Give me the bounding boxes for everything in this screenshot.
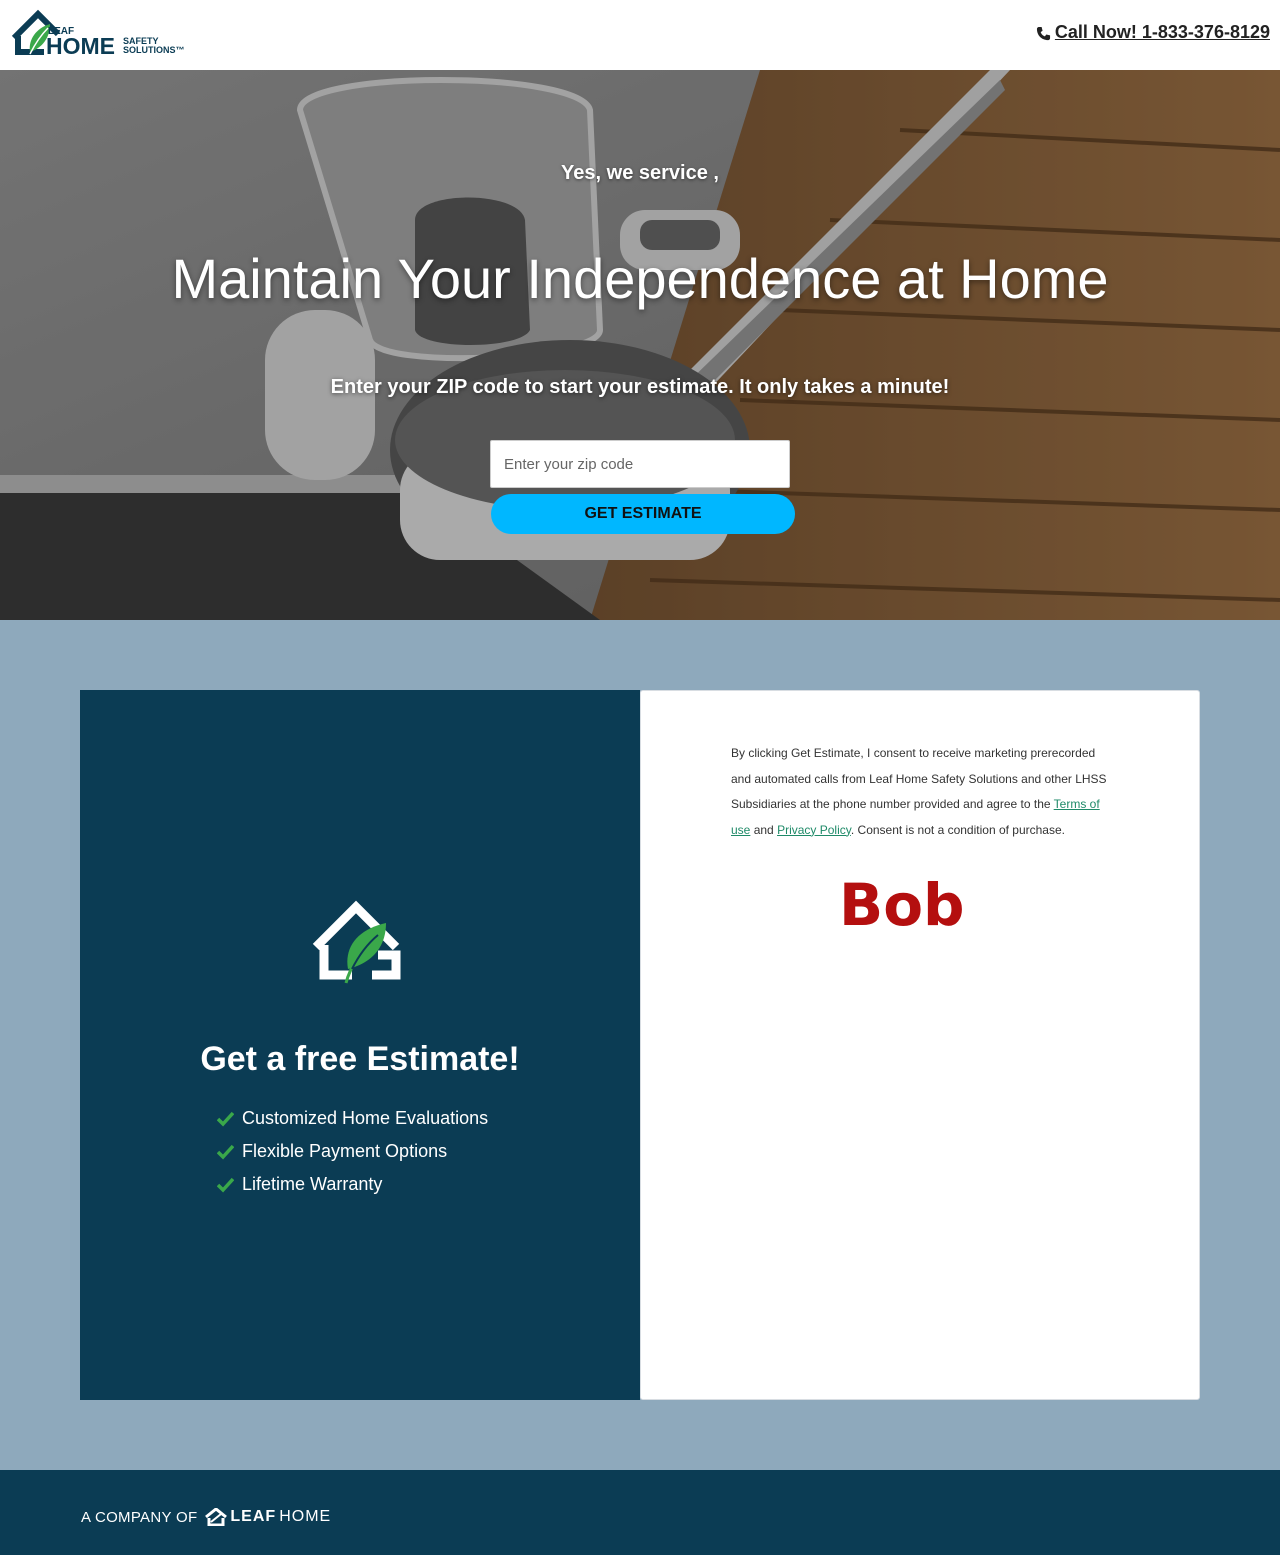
hero-dark-overlay: [0, 70, 1280, 620]
benefit-item: Flexible Payment Options: [216, 1135, 488, 1168]
phone-icon: [1036, 25, 1051, 41]
hero-section: Yes, we service , Maintain Your Independ…: [0, 70, 1280, 620]
consent-text-after: . Consent is not a condition of purchase…: [850, 822, 1065, 837]
estimate-title: Get a free Estimate!: [200, 1040, 520, 1078]
leafhome-mark-icon: [205, 1507, 228, 1527]
consent-text-middle: and: [750, 822, 778, 837]
benefit-item: Lifetime Warranty: [216, 1168, 488, 1201]
benefits-list: Customized Home Evaluations Flexible Pay…: [216, 1102, 489, 1201]
consent-text-before: By clicking Get Estimate, I consent to r…: [731, 746, 1107, 811]
svg-text:SOLUTIONS™: SOLUTIONS™: [123, 45, 185, 55]
site-header: LEAF HOME SAFETY SOLUTIONS™ Call Now! 1-…: [0, 0, 1280, 70]
benefit-label: Lifetime Warranty: [242, 1174, 383, 1194]
privacy-policy-link[interactable]: Privacy Policy: [777, 823, 851, 837]
leafhome-brand-link[interactable]: LEAF HOME: [205, 1507, 332, 1527]
call-now-label: Call Now! 1-833-376-8129: [1054, 22, 1270, 42]
overlay-name-label: Bob: [839, 871, 965, 939]
get-estimate-button[interactable]: GET ESTIMATE: [491, 494, 795, 534]
consent-text: By clicking Get Estimate, I consent to r…: [731, 741, 1116, 843]
hero-subtitle: Enter your ZIP code to start your estima…: [330, 376, 950, 398]
leaf-home-safety-logo[interactable]: LEAF HOME SAFETY SOLUTIONS™: [10, 8, 195, 62]
brand-home-text: HOME: [279, 1508, 332, 1525]
checkmark-icon: [216, 1176, 235, 1193]
house-leaf-icon: [310, 895, 410, 995]
service-eyebrow: Yes, we service ,: [561, 162, 719, 184]
site-footer: A COMPANY OF LEAF HOME: [0, 1470, 1280, 1555]
brand-leaf-text: LEAF: [230, 1508, 277, 1525]
footer-prefix: A COMPANY OF: [81, 1508, 198, 1526]
call-now-link[interactable]: Call Now! 1-833-376-8129: [1036, 22, 1270, 43]
zip-code-input[interactable]: [490, 440, 790, 488]
consent-panel: By clicking Get Estimate, I consent to r…: [640, 690, 1200, 1400]
benefit-label: Customized Home Evaluations: [242, 1108, 489, 1128]
checkmark-icon: [216, 1143, 235, 1160]
svg-text:HOME: HOME: [46, 33, 115, 59]
estimate-section: Get a free Estimate! Customized Home Eva…: [0, 620, 1280, 1470]
free-estimate-panel: Get a free Estimate! Customized Home Eva…: [80, 690, 640, 1400]
benefit-label: Flexible Payment Options: [242, 1141, 448, 1161]
footer-company-line: A COMPANY OF LEAF HOME: [81, 1507, 332, 1527]
checkmark-icon: [216, 1110, 235, 1127]
hero-title: Maintain Your Independence at Home: [171, 247, 1109, 310]
benefit-item: Customized Home Evaluations: [216, 1102, 489, 1135]
